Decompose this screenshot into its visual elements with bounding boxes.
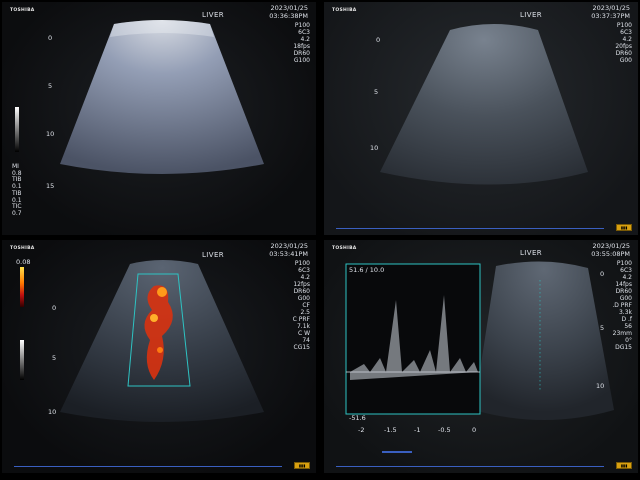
b-mode-image bbox=[380, 24, 588, 185]
param-value: P100 bbox=[294, 22, 310, 29]
param-value: 74 bbox=[302, 337, 310, 344]
param-value: 0° bbox=[625, 337, 632, 344]
param-value: P100 bbox=[616, 260, 632, 267]
param-value: DR60 bbox=[615, 288, 632, 295]
depth-mark: 10 bbox=[596, 382, 605, 390]
param-value: 20fps bbox=[615, 43, 632, 50]
param-value: 6C3 bbox=[620, 267, 632, 274]
param-value: G00 bbox=[619, 57, 632, 64]
param-value: .D PRF bbox=[612, 302, 632, 309]
param-value: 6C3 bbox=[298, 267, 310, 274]
param-value: 56 bbox=[624, 323, 632, 330]
bottom-bar bbox=[336, 227, 604, 229]
param-value: G00 bbox=[297, 295, 310, 302]
param-list: P100 6C3 4.2 12fps DR60 G00 CF 2.5 C PRF… bbox=[293, 260, 310, 351]
param-value: G00 bbox=[619, 295, 632, 302]
depth-mark: 0 bbox=[52, 304, 57, 312]
depth-mark: 0 bbox=[48, 34, 53, 42]
velocity-scale-max: 51.6 / 10.0 bbox=[349, 266, 385, 274]
param-value: DR60 bbox=[293, 288, 310, 295]
battery-icon: ▮▮▮ bbox=[616, 224, 632, 231]
param-value: 4.2 bbox=[300, 274, 310, 281]
depth-mark: 0 bbox=[376, 36, 381, 44]
param-value: 7.1k bbox=[296, 323, 310, 330]
param-list: P100 6C3 4.2 14fps DR60 G00 .D PRF 3.3k … bbox=[612, 260, 632, 351]
time-axis-label: -1.5 bbox=[384, 426, 397, 434]
ultrasound-panel-1: TOSHIBA LIVER 2023/01/25 03:36:38PM P100… bbox=[2, 2, 316, 235]
color-doppler-image bbox=[60, 260, 264, 422]
ultrasound-panel-2: TOSHIBA LIVER 2023/01/25 03:37:37PM P100… bbox=[324, 2, 638, 235]
param-value: 12fps bbox=[293, 281, 310, 288]
param-value: CF bbox=[302, 302, 310, 309]
param-value: 4.2 bbox=[622, 36, 632, 43]
depth-mark: 5 bbox=[600, 324, 605, 332]
param-value: 23mm bbox=[612, 330, 632, 337]
depth-mark: 10 bbox=[46, 130, 55, 138]
time-axis-label: -0.5 bbox=[438, 426, 451, 434]
bottom-bar bbox=[336, 465, 604, 467]
grayscale-bar bbox=[15, 107, 19, 152]
param-list: P100 6C3 4.2 18fps DR60 G100 bbox=[293, 22, 310, 64]
param-value: 3.3k bbox=[618, 309, 632, 316]
param-value: DG15 bbox=[615, 344, 632, 351]
param-list: P100 6C3 4.2 20fps DR60 G00 bbox=[615, 22, 632, 64]
param-value: 14fps bbox=[615, 281, 632, 288]
time-axis-label: 0 bbox=[472, 426, 477, 434]
time-axis-label: -1 bbox=[414, 426, 421, 434]
depth-mark: 5 bbox=[374, 88, 379, 96]
param-value: C PRF bbox=[292, 316, 310, 323]
param-value: P100 bbox=[616, 22, 632, 29]
param-value: 2.5 bbox=[300, 309, 310, 316]
param-value: 6C3 bbox=[298, 29, 310, 36]
param-value: G100 bbox=[293, 57, 310, 64]
time-axis-label: -2 bbox=[358, 426, 365, 434]
param-value: P100 bbox=[294, 260, 310, 267]
depth-mark: 10 bbox=[370, 144, 379, 152]
depth-mark: 5 bbox=[52, 354, 57, 362]
velocity-scale-min: -51.6 bbox=[349, 414, 366, 422]
param-value: C W bbox=[297, 330, 310, 337]
param-value: 6C3 bbox=[620, 29, 632, 36]
param-value: 4.2 bbox=[300, 36, 310, 43]
depth-mark: 15 bbox=[46, 182, 55, 190]
ultrasound-panel-3: TOSHIBA LIVER 2023/01/25 03:53:41PM 0.08… bbox=[2, 240, 316, 473]
depth-mark: 5 bbox=[48, 82, 53, 90]
depth-mark: 10 bbox=[48, 408, 57, 416]
battery-icon: ▮▮▮ bbox=[294, 462, 310, 469]
spectral-doppler-image bbox=[345, 261, 614, 453]
param-value: DR60 bbox=[293, 50, 310, 57]
param-value: D .f bbox=[621, 316, 632, 323]
mi-ti-info: MI 0.8 TIB 0.1 TIB 0.1 TIC 0.7 bbox=[12, 163, 22, 218]
param-value: CG15 bbox=[293, 344, 310, 351]
ultrasound-panel-4: TOSHIBA LIVER 2023/01/25 03:55:08PM 51.6… bbox=[324, 240, 638, 473]
info-line: 0.7 bbox=[12, 209, 22, 217]
bottom-bar bbox=[14, 465, 282, 467]
param-value: 18fps bbox=[293, 43, 310, 50]
depth-mark: 0 bbox=[600, 270, 605, 278]
param-value: DR60 bbox=[615, 50, 632, 57]
battery-icon: ▮▮▮ bbox=[616, 462, 632, 469]
param-value: 4.2 bbox=[622, 274, 632, 281]
